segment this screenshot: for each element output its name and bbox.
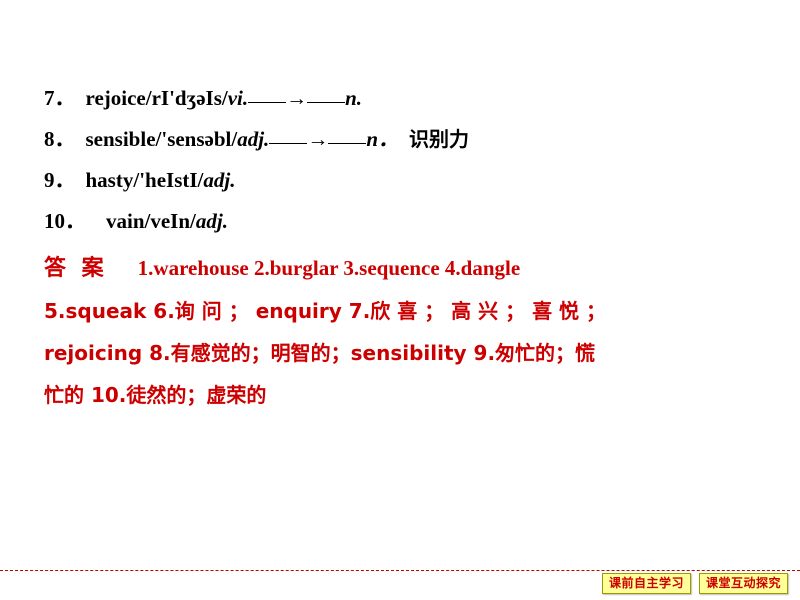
answer-line-4: 忙的 10.徒然的；虚荣的	[44, 385, 764, 406]
vocab-number: 10．	[44, 209, 86, 233]
answer-label: 答 案	[44, 256, 108, 281]
vocab-arrow: →	[286, 86, 308, 110]
vocab-blank-1[interactable]	[269, 129, 308, 144]
vocab-blank-1[interactable]	[248, 88, 287, 103]
answer-line-3: rejoicing 8.有感觉的；明智的；sensibility 9.匆忙的；慌	[44, 343, 764, 364]
vocab-arrow: →	[307, 127, 329, 151]
answer-line-1: 答 案 1.warehouse 2.burglar 3.sequence 4.da…	[44, 258, 764, 280]
vocab-phonetic: I'dʒəIs/	[160, 86, 228, 110]
footer-tabs: 课前自主学习 课堂互动探究	[601, 573, 788, 594]
vocab-blank-2[interactable]	[328, 129, 367, 144]
footer-divider	[0, 570, 800, 571]
vocab-phonetic: 'sensəbl/	[161, 127, 238, 151]
answer-block: 答 案 1.warehouse 2.burglar 3.sequence 4.da…	[44, 258, 764, 406]
vocab-word: sensible/	[85, 127, 162, 151]
vocab-pos-2: n．	[366, 127, 399, 151]
vocab-word: hasty/	[85, 168, 140, 192]
vocab-item-8: 8． sensible/'sensəbl/adj. → n． 识别力	[44, 129, 764, 150]
vocab-item-10: 10． vain/veIn/adj.	[44, 211, 764, 232]
vocab-item-7: 7． rejoice/rI'dʒəIs/vi. → n.	[44, 88, 764, 109]
vocab-pos-1: adj.	[237, 127, 270, 151]
answer-line-2: 5.squeak 6.询 问 ； enquiry 7.欣 喜 ； 高 兴 ； 喜…	[44, 301, 764, 322]
vocab-phonetic: 'heIstI/	[139, 168, 204, 192]
vocab-number: 7．	[44, 86, 76, 110]
vocab-pos-2: n.	[345, 86, 363, 110]
vocab-pos-1: adj.	[195, 209, 228, 233]
answer-text: 1.warehouse 2.burglar 3.sequence 4.dangl…	[137, 256, 521, 280]
vocab-pos-1: vi.	[227, 86, 249, 110]
vocab-phonetic: veIn/	[150, 209, 196, 233]
vocab-number: 8．	[44, 127, 76, 151]
vocab-word: vain/	[106, 209, 151, 233]
vocab-number: 9．	[44, 168, 76, 192]
slide-root: 7． rejoice/rI'dʒəIs/vi. → n. 8． sensible/'se…	[0, 0, 800, 600]
vocab-blank-2[interactable]	[307, 88, 346, 103]
vocab-item-9: 9． hasty/'heIstI/adj.	[44, 170, 764, 191]
slide-content: 7． rejoice/rI'dʒəIs/vi. → n. 8． sensible/'se…	[44, 88, 764, 427]
tab-class-inquiry[interactable]: 课堂互动探究	[698, 573, 788, 594]
vocab-pos-1: adj.	[203, 168, 236, 192]
vocab-word: rejoice/r	[85, 86, 161, 110]
tab-preview-study[interactable]: 课前自主学习	[601, 573, 691, 594]
answer-text: rejoicing 8.有感觉的；明智的；sensibility 9.匆忙的；慌	[44, 341, 596, 365]
answer-text: 忙的 10.徒然的；虚荣的	[44, 383, 267, 407]
vocab-chinese: 识别力	[409, 127, 469, 151]
answer-text: 5.squeak 6.询 问 ； enquiry 7.欣 喜 ； 高 兴 ； 喜…	[44, 299, 606, 323]
